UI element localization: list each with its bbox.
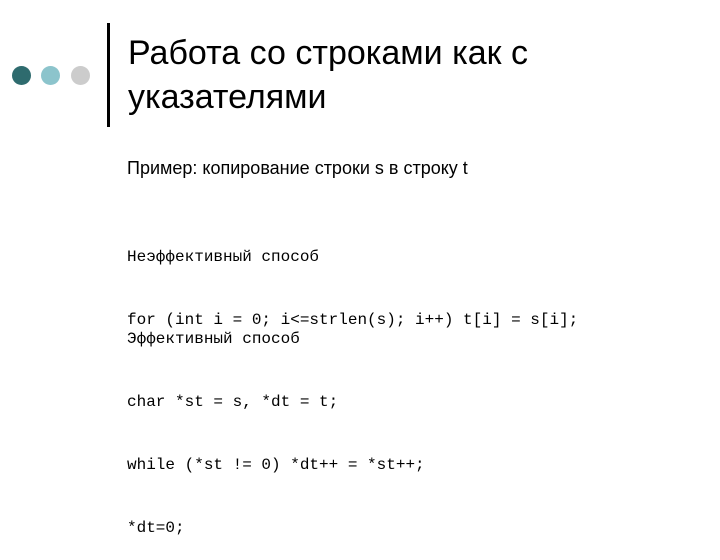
- dot-light-teal-icon: [41, 66, 60, 85]
- dot-light-gray-icon: [71, 66, 90, 85]
- code-line: while (*st != 0) *dt++ = *st++;: [127, 456, 425, 474]
- slide-title-line-1: Работа со строками как с: [128, 34, 528, 72]
- example-description: Пример: копирование строки s в строку t: [127, 158, 468, 178]
- code-line: char *st = s, *dt = t;: [127, 393, 339, 411]
- dot-dark-teal-icon: [12, 66, 31, 85]
- slide-title-line-2: указателями: [128, 78, 327, 116]
- efficient-method-block: Эффективный способ char *st = s, *dt = t…: [127, 290, 425, 560]
- slide-title: Работа со строками как с указателями: [128, 31, 528, 119]
- title-divider-bar: [107, 23, 110, 127]
- inefficient-method-heading: Неэффективный способ: [127, 248, 320, 266]
- efficient-method-heading: Эффективный способ: [127, 330, 300, 348]
- code-line: *dt=0;: [127, 519, 185, 537]
